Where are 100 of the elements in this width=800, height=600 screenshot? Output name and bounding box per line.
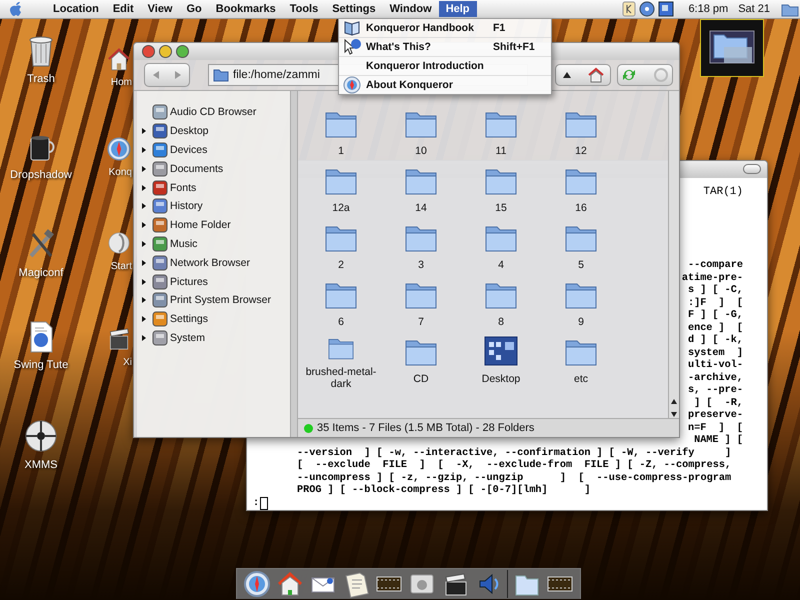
file-name[interactable]: 16	[575, 202, 587, 214]
sidebar-item[interactable]: Network Browser	[137, 253, 290, 272]
close-button[interactable]	[142, 45, 155, 58]
sidebar-item[interactable]: Fonts	[137, 178, 290, 197]
disc-icon[interactable]	[639, 1, 656, 17]
file-name[interactable]: 11	[496, 145, 506, 157]
terminal-line: --compare	[688, 260, 743, 272]
expand-arrow-icon[interactable]	[142, 260, 146, 266]
file-name[interactable]: 14	[415, 202, 427, 214]
file-name[interactable]: 15	[495, 202, 507, 214]
compass-icon[interactable]	[106, 136, 132, 162]
menu-item[interactable]: Help	[438, 1, 477, 17]
sidebar-item[interactable]: History	[137, 196, 290, 216]
sidebar-item[interactable]: Devices	[137, 140, 290, 160]
help-pointer-icon	[343, 38, 361, 56]
menu-entry[interactable]: Konqueror Handbook F1	[339, 19, 551, 38]
scrollbar[interactable]	[668, 91, 679, 418]
file-name[interactable]: brushed-metal-dark	[302, 366, 380, 390]
file-name[interactable]: CD	[413, 373, 429, 385]
file-name[interactable]: etc	[574, 373, 588, 385]
file-name[interactable]: 2	[338, 259, 344, 271]
splitter-handle[interactable]	[291, 91, 298, 437]
maximize-button[interactable]	[743, 164, 761, 174]
terminal-line: s, --pre-	[688, 385, 743, 398]
expand-arrow-icon[interactable]	[142, 166, 146, 172]
file-name[interactable]: Desktop	[482, 373, 520, 385]
stop-icon	[653, 67, 669, 83]
sidebar-item[interactable]: System	[137, 328, 290, 348]
file-name[interactable]: 9	[578, 316, 584, 328]
reload-icon	[621, 67, 637, 83]
menu-entry[interactable]: About Konqueror	[339, 76, 551, 94]
file-name[interactable]: 6	[338, 316, 344, 328]
swirl-icon[interactable]	[106, 230, 132, 256]
expand-arrow-icon[interactable]	[142, 222, 146, 228]
expand-arrow-icon[interactable]	[142, 297, 146, 304]
expand-arrow-icon[interactable]	[142, 203, 146, 210]
sidebar-item[interactable]: Music	[137, 234, 290, 254]
menu-item[interactable]: Location	[46, 1, 106, 17]
terminal-line: atime-pre-	[682, 272, 743, 284]
status-light-icon	[304, 424, 313, 432]
file-name[interactable]: 5	[578, 259, 584, 271]
terminal-line: [ --exclude FILE ] [ -X, --exclude-from FILE ] [ -Z, --compress,	[297, 460, 732, 472]
expand-arrow-icon[interactable]	[142, 278, 146, 285]
disc-icon[interactable]	[23, 418, 59, 454]
file-name[interactable]: 4	[498, 259, 504, 271]
sidebar-item[interactable]: Settings	[137, 310, 290, 329]
menu-item[interactable]: View	[140, 1, 180, 17]
expand-arrow-icon[interactable]	[142, 184, 146, 191]
menu-item[interactable]: Window	[382, 1, 439, 17]
desktop-icon-label[interactable]: Xi	[123, 357, 132, 368]
right-arrow-icon	[173, 70, 183, 80]
expand-arrow-icon[interactable]	[142, 146, 146, 153]
terminal-line: ence ] [	[688, 322, 743, 334]
desktop-icon-label[interactable]: Konq	[108, 167, 132, 178]
status-text: 35 Items - 7 Files (1.5 MB Total) - 28 Folders	[317, 422, 534, 434]
menu-entry[interactable]: What's This? Shift+F1	[339, 38, 551, 57]
sidebar-item[interactable]: Documents	[137, 159, 290, 178]
sidebar-item[interactable]: Pictures	[137, 272, 290, 291]
desktop-icon-label[interactable]: XMMS	[24, 459, 58, 471]
menu-item[interactable]: Edit	[106, 1, 141, 17]
sidebar-item[interactable]: Audio CD Browser	[137, 103, 290, 122]
zoom-button[interactable]	[176, 45, 189, 58]
terminal-line: d ] [ -k,	[688, 335, 743, 348]
expand-arrow-icon[interactable]	[142, 334, 146, 341]
menu-entry[interactable]: Konqueror Introduction	[339, 57, 551, 76]
scroll-arrows-icon	[670, 398, 678, 418]
terminal-line: :]F ] [	[688, 298, 743, 310]
file-name[interactable]: 12a	[332, 202, 350, 214]
terminal-line: -archive,	[688, 372, 743, 385]
text-cursor	[260, 497, 268, 510]
terminal-line: --version ] [ -w, --interactive, --confirmation ] [ -W, --verify ]	[297, 448, 732, 460]
file-name[interactable]: 1	[338, 145, 344, 157]
file-name[interactable]: 3	[418, 259, 424, 271]
terminal-line: n=F ] [	[688, 422, 743, 434]
compass-icon[interactable]	[243, 570, 271, 598]
menu-item[interactable]: Bookmarks	[208, 1, 283, 17]
sidebar-item[interactable]: Home Folder	[137, 216, 290, 235]
terminal-line: system ]	[688, 348, 743, 360]
desktop-pager[interactable]	[700, 19, 764, 77]
menu-item[interactable]: Settings	[325, 1, 383, 17]
window-icon[interactable]	[658, 1, 674, 17]
file-name[interactable]: 12	[575, 145, 587, 157]
klipper-icon[interactable]	[622, 1, 636, 17]
expand-arrow-icon[interactable]	[142, 240, 146, 247]
desktop-icon-label[interactable]: Hom	[110, 77, 132, 88]
file-name[interactable]: 7	[418, 316, 424, 328]
file-name[interactable]: 10	[415, 145, 427, 157]
folder-icon	[213, 67, 229, 83]
desktop-icon-label[interactable]: Magiconf	[18, 267, 64, 279]
terminal-line: s ] [ -C,	[688, 285, 743, 298]
menu-item[interactable]: Tools	[282, 1, 326, 17]
menu-item[interactable]: Go	[180, 1, 209, 17]
up-arrow-icon	[562, 70, 572, 80]
sidebar-item[interactable]: Desktop	[137, 122, 290, 141]
expand-arrow-icon[interactable]	[142, 316, 146, 322]
desktop-icon-label[interactable]: Start	[110, 261, 132, 272]
expand-arrow-icon[interactable]	[142, 128, 146, 134]
sidebar-item[interactable]: Print System Browser	[137, 290, 290, 310]
minimize-button[interactable]	[159, 45, 172, 58]
file-name[interactable]: 8	[498, 316, 504, 328]
